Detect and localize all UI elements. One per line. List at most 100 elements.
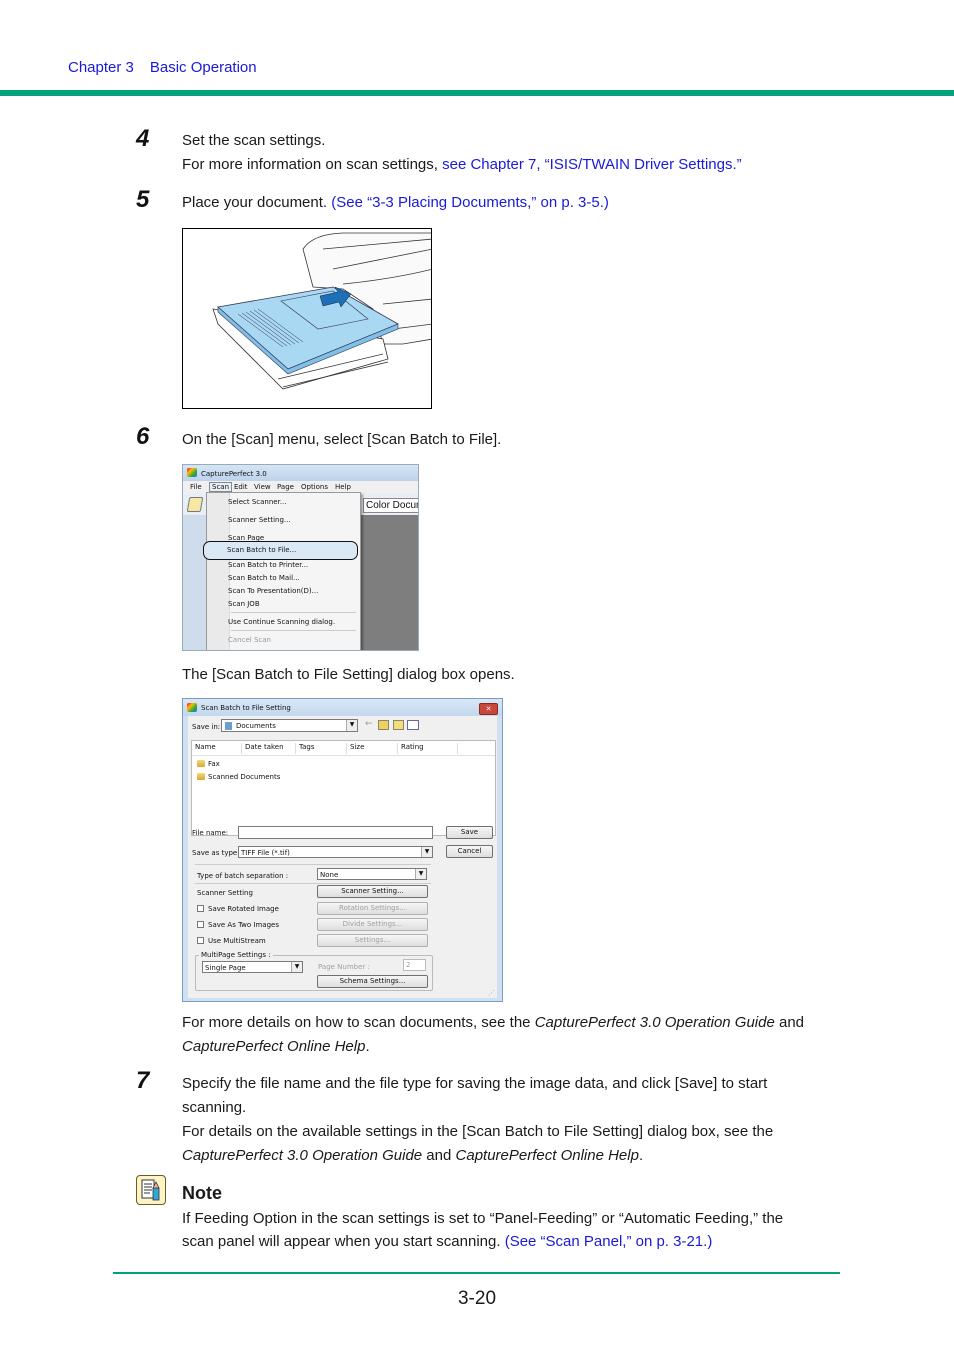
details-and: and bbox=[774, 1014, 805, 1031]
batch-separation-dropdown[interactable]: None ▼ bbox=[317, 868, 427, 880]
save-in-value: Documents bbox=[236, 722, 276, 730]
menu-item-label: Scan Batch to File... bbox=[227, 546, 297, 554]
file-list: Name Date taken Tags Size Rating Fax Sca… bbox=[191, 740, 496, 836]
menu-view[interactable]: View bbox=[254, 483, 271, 491]
menu-options[interactable]: Options bbox=[301, 483, 328, 491]
folder-icon bbox=[197, 760, 205, 767]
multipage-group-label: MultiPage Settings : bbox=[199, 951, 273, 959]
save-as-type-value: TIFF File (*.tif) bbox=[241, 849, 290, 857]
note-icon bbox=[136, 1175, 166, 1205]
note-line: scan panel will appear when you start sc… bbox=[182, 1233, 505, 1250]
batch-separation-value: None bbox=[320, 871, 339, 879]
file-name: Scanned Documents bbox=[208, 773, 281, 781]
chapter-label: Chapter 3 bbox=[68, 59, 134, 76]
menu-scan[interactable]: Scan bbox=[209, 482, 233, 492]
scan-panel-link[interactable]: (See “Scan Panel,” on p. 3-21.) bbox=[505, 1233, 713, 1250]
multistream-label: Use MultiStream bbox=[208, 937, 266, 945]
menu-item-scan-to-presentation[interactable]: Scan To Presentation(D)... bbox=[228, 587, 318, 595]
chevron-down-icon: ▼ bbox=[421, 847, 432, 857]
note-title: Note bbox=[182, 1183, 222, 1203]
file-name-label: File name: bbox=[192, 829, 229, 837]
schema-settings-button[interactable]: Schema Settings... bbox=[317, 975, 428, 988]
note-line: If Feeding Option in the scan settings i… bbox=[182, 1210, 784, 1227]
column-name[interactable]: Name bbox=[192, 743, 242, 754]
details-paragraph: For more details on how to scan document… bbox=[182, 1011, 852, 1059]
column-tags[interactable]: Tags bbox=[296, 743, 347, 754]
back-icon[interactable]: ← bbox=[365, 719, 373, 729]
column-rating[interactable]: Rating bbox=[398, 743, 458, 754]
save-two-images-checkbox[interactable] bbox=[197, 921, 204, 928]
close-button[interactable]: ✕ bbox=[479, 703, 498, 715]
and-text: and bbox=[422, 1147, 456, 1164]
save-in-label: Save in: bbox=[192, 723, 221, 731]
column-size[interactable]: Size bbox=[347, 743, 398, 754]
list-item[interactable]: Fax bbox=[197, 759, 317, 769]
documents-icon bbox=[225, 722, 232, 730]
menu-item-scan-batch-to-mail[interactable]: Scan Batch to Mail... bbox=[228, 574, 300, 582]
more-info-text: For more information on scan settings, bbox=[182, 156, 443, 173]
step-7-line: Specify the file name and the file type … bbox=[182, 1075, 768, 1092]
running-header: Chapter 3 Basic Operation bbox=[68, 59, 257, 76]
operation-guide-ref: CapturePerfect 3.0 Operation Guide bbox=[182, 1147, 423, 1164]
step-7-text: Specify the file name and the file type … bbox=[182, 1072, 852, 1168]
up-folder-icon[interactable] bbox=[378, 720, 389, 730]
menu-item-scan-batch-to-printer[interactable]: Scan Batch to Printer... bbox=[228, 561, 308, 569]
rotation-settings-button: Rotation Settings... bbox=[317, 902, 428, 915]
document-feeding-illustration bbox=[182, 228, 432, 409]
menu-item-scanner-setting[interactable]: Scanner Setting... bbox=[228, 516, 291, 524]
step-7-line: scanning. bbox=[182, 1099, 247, 1116]
page-number: 3-20 bbox=[457, 1288, 497, 1309]
step-number: 5 bbox=[136, 186, 150, 213]
view-menu-icon[interactable] bbox=[407, 720, 419, 730]
open-icon[interactable] bbox=[186, 497, 204, 512]
online-help-ref: CapturePerfect Online Help bbox=[455, 1147, 639, 1164]
page-number-value: 2 bbox=[406, 961, 411, 969]
save-in-dropdown[interactable]: Documents ▼ bbox=[221, 719, 358, 732]
file-name-input[interactable] bbox=[238, 826, 433, 839]
cancel-button[interactable]: Cancel bbox=[446, 845, 493, 858]
page-number-label: Page Number : bbox=[318, 963, 370, 971]
scan-dropdown-menu: Select Scanner... Scanner Setting... Sca… bbox=[206, 492, 361, 650]
list-item[interactable]: Scanned Documents bbox=[197, 772, 317, 782]
app-icon bbox=[187, 468, 197, 477]
save-button[interactable]: Save bbox=[446, 826, 493, 839]
multipage-value: Single Page bbox=[205, 964, 246, 972]
menu-gutter bbox=[207, 493, 230, 650]
scan-batch-dialog-screenshot: Scan Batch to File Setting ✕ Save in: Do… bbox=[182, 698, 503, 1002]
online-help-ref: CapturePerfect Online Help bbox=[182, 1038, 366, 1055]
menu-help[interactable]: Help bbox=[335, 483, 351, 491]
dialog-title: Scan Batch to File Setting bbox=[201, 704, 291, 712]
scan-mode-combo[interactable]: Color Docum bbox=[363, 498, 418, 513]
operation-guide-ref: CapturePerfect 3.0 Operation Guide bbox=[534, 1014, 775, 1031]
app-titlebar: CapturePerfect 3.0 bbox=[183, 465, 418, 481]
menu-page[interactable]: Page bbox=[277, 483, 294, 491]
chevron-down-icon: ▼ bbox=[291, 962, 302, 972]
new-folder-icon[interactable] bbox=[393, 720, 404, 730]
multipage-dropdown[interactable]: Single Page ▼ bbox=[202, 961, 303, 973]
multistream-checkbox[interactable] bbox=[197, 937, 204, 944]
page-number-input: 2 bbox=[403, 959, 426, 971]
header-rule bbox=[0, 90, 954, 96]
save-rotated-checkbox[interactable] bbox=[197, 905, 204, 912]
step-4-text: Set the scan settings. For more informat… bbox=[182, 129, 742, 177]
menu-item-select-scanner[interactable]: Select Scanner... bbox=[228, 498, 287, 506]
resize-grip-icon[interactable]: ⋰ bbox=[488, 989, 495, 997]
save-as-type-label: Save as type: bbox=[192, 849, 240, 857]
placing-documents-link[interactable]: (See “3-3 Placing Documents,” on p. 3-5.… bbox=[331, 194, 609, 211]
scanner-drawing bbox=[212, 232, 431, 390]
chevron-down-icon: ▼ bbox=[346, 720, 357, 731]
menu-item-scan-batch-to-file[interactable]: Scan Batch to File... bbox=[203, 541, 358, 560]
menu-file[interactable]: File bbox=[190, 483, 202, 491]
step-5-text: Place your document. (See “3-3 Placing D… bbox=[182, 191, 609, 215]
menu-item-continue-scanning[interactable]: Use Continue Scanning dialog. bbox=[228, 618, 335, 626]
step-4-more: For more information on scan settings, s… bbox=[182, 153, 742, 177]
save-as-type-dropdown[interactable]: TIFF File (*.tif) ▼ bbox=[238, 846, 433, 858]
scanner-setting-button[interactable]: Scanner Setting... bbox=[317, 885, 428, 898]
chapter7-link[interactable]: see Chapter 7, “ISIS/TWAIN Driver Settin… bbox=[442, 156, 742, 173]
header-divider bbox=[192, 755, 495, 756]
menu-item-scan-job[interactable]: Scan JOB bbox=[228, 600, 260, 608]
app-title: CapturePerfect 3.0 bbox=[201, 470, 267, 478]
details-text: For more details on how to scan document… bbox=[182, 1014, 535, 1031]
column-date-taken[interactable]: Date taken bbox=[242, 743, 296, 754]
menu-edit[interactable]: Edit bbox=[234, 483, 248, 491]
